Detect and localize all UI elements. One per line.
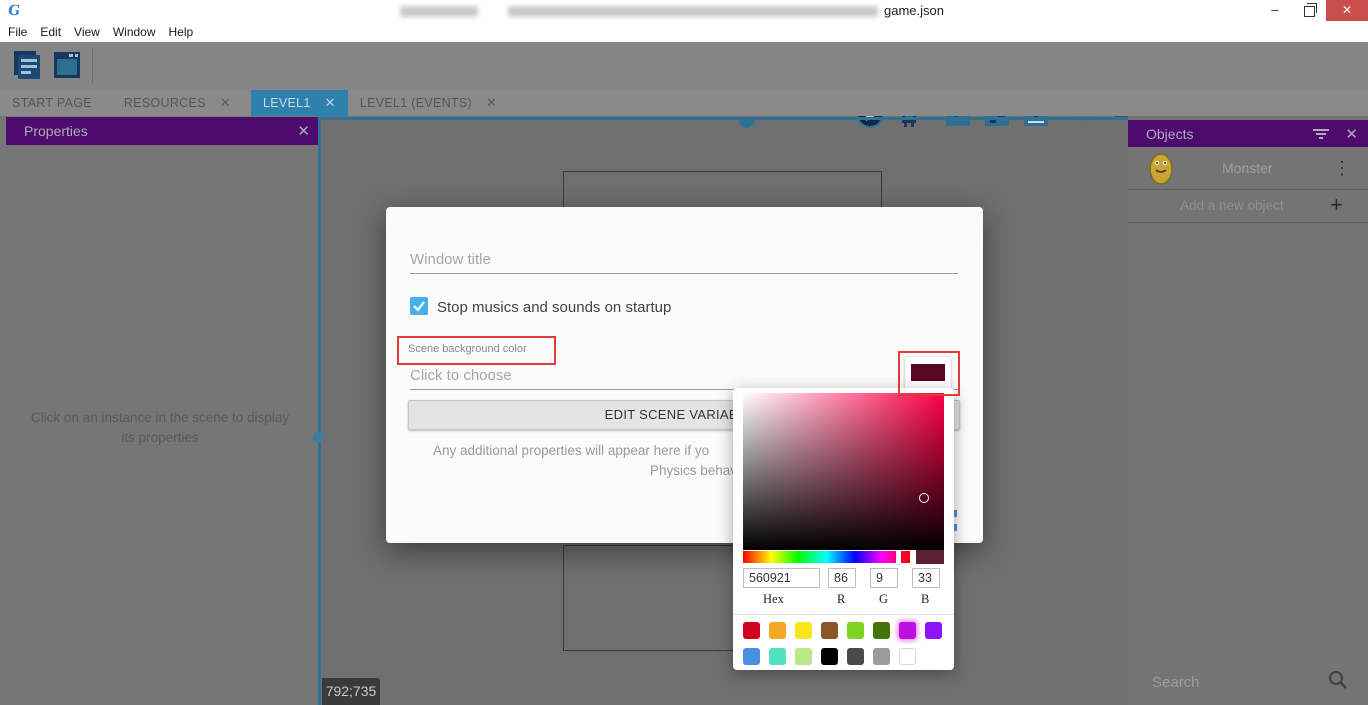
menu-file[interactable]: File: [8, 25, 38, 39]
r-label: R: [837, 592, 845, 607]
hex-input[interactable]: [743, 568, 820, 588]
preset-swatch[interactable]: [821, 648, 838, 665]
preset-swatch[interactable]: [899, 648, 916, 665]
preset-swatch[interactable]: [925, 622, 942, 639]
redacted-title-text: [400, 6, 478, 17]
saturation-cursor[interactable]: [919, 493, 929, 503]
object-row-monster[interactable]: Monster ⋮: [1128, 147, 1368, 190]
menu-view[interactable]: View: [74, 25, 111, 39]
cursor-coordinates-badge: 792;735: [322, 678, 380, 705]
b-input[interactable]: [912, 568, 940, 588]
hue-slider-handle[interactable]: [896, 550, 901, 564]
window-title-field[interactable]: Window title: [410, 251, 491, 268]
preset-swatch[interactable]: [743, 648, 760, 665]
object-name: Monster: [1222, 160, 1273, 176]
tab-level1[interactable]: LEVEL1✕: [251, 90, 348, 116]
title-bar: G game.json – ✕: [0, 0, 1368, 23]
start-page-icon[interactable]: [50, 48, 84, 82]
preset-swatches: [743, 622, 948, 665]
preset-swatch[interactable]: [769, 622, 786, 639]
g-label: G: [879, 592, 888, 607]
annotation-box-scene-bg-label: [397, 336, 556, 365]
stop-music-label: Stop musics and sounds on startup: [437, 299, 671, 316]
color-picker-popup: Hex R G B: [733, 388, 954, 670]
properties-hint: Click on an instance in the scene to dis…: [0, 408, 320, 448]
b-label: B: [921, 592, 929, 607]
plus-icon: +: [1330, 192, 1343, 218]
tab-resources[interactable]: RESOURCES✕: [112, 90, 243, 116]
properties-panel-title: Properties: [24, 123, 88, 139]
stop-music-checkbox[interactable]: [410, 297, 428, 315]
guide-handle-left[interactable]: [313, 432, 324, 443]
field-underline: [410, 273, 958, 274]
saturation-area[interactable]: [743, 393, 944, 550]
minimize-button[interactable]: –: [1260, 0, 1290, 21]
objects-panel-title: Objects: [1146, 126, 1193, 142]
restore-button[interactable]: [1294, 0, 1324, 21]
annotation-box-color-swatch: [898, 351, 960, 396]
project-manager-icon[interactable]: [10, 48, 44, 82]
preset-swatch[interactable]: [795, 648, 812, 665]
filter-icon[interactable]: [1313, 128, 1329, 140]
menu-edit[interactable]: Edit: [40, 25, 72, 39]
r-input[interactable]: [828, 568, 856, 588]
click-to-choose-field[interactable]: Click to choose: [410, 367, 512, 384]
close-window-button[interactable]: ✕: [1326, 0, 1368, 21]
objects-panel-header: Objects ✕: [1128, 120, 1368, 147]
menu-help[interactable]: Help: [169, 25, 205, 39]
redacted-title-path: [508, 6, 878, 17]
canvas-left-guide: [318, 117, 321, 705]
add-object-label: Add a new object: [1180, 198, 1284, 213]
preset-swatch[interactable]: [795, 622, 812, 639]
search-icon: [1328, 670, 1348, 690]
menu-window[interactable]: Window: [113, 25, 167, 39]
guide-handle-top[interactable]: [739, 120, 755, 128]
hex-label: Hex: [763, 592, 784, 607]
picker-divider: [733, 614, 954, 615]
objects-panel: Objects ✕ Monster ⋮ Add a new object + S…: [1128, 116, 1368, 705]
preset-swatch[interactable]: [769, 648, 786, 665]
gdevelop-logo-icon: G: [7, 3, 25, 19]
canvas-top-guide: [320, 117, 1128, 120]
preset-swatch[interactable]: [847, 648, 864, 665]
properties-panel: Properties ✕ Click on an instance in the…: [0, 116, 320, 705]
preset-swatch[interactable]: [899, 622, 916, 639]
add-object-row[interactable]: Add a new object +: [1128, 190, 1368, 223]
g-input[interactable]: [870, 568, 898, 588]
tab-start-page[interactable]: START PAGE: [0, 90, 104, 116]
search-placeholder: Search: [1152, 674, 1200, 691]
objects-search-field[interactable]: Search: [1128, 660, 1368, 705]
restore-icon: [1304, 6, 1315, 17]
dialog-caption-line1: Any additional properties will appear he…: [433, 443, 709, 458]
preset-swatch[interactable]: [743, 622, 760, 639]
tab-level1-events[interactable]: LEVEL1 (EVENTS)✕: [348, 90, 509, 116]
kebab-menu-icon[interactable]: ⋮: [1333, 154, 1351, 182]
tab-close-icon[interactable]: ✕: [486, 95, 497, 111]
tab-close-icon[interactable]: ✕: [325, 95, 336, 111]
current-color-swatch: [916, 550, 944, 564]
close-icon[interactable]: ✕: [297, 122, 310, 140]
hue-slider[interactable]: [743, 551, 910, 563]
properties-panel-header: Properties ✕: [6, 117, 320, 145]
preset-swatch[interactable]: [873, 622, 890, 639]
toolbar: 1:1: [0, 42, 1368, 90]
preset-swatch[interactable]: [821, 622, 838, 639]
preset-swatch[interactable]: [847, 622, 864, 639]
close-icon[interactable]: ✕: [1345, 125, 1358, 143]
tab-close-icon[interactable]: ✕: [220, 95, 231, 111]
title-filename: game.json: [884, 3, 944, 18]
preset-swatch[interactable]: [873, 648, 890, 665]
monster-thumbnail-icon: [1148, 151, 1174, 185]
tab-bar: START PAGE RESOURCES✕ LEVEL1✕ LEVEL1 (EV…: [0, 90, 1368, 116]
menu-bar: File Edit View Window Help: [0, 22, 1368, 42]
